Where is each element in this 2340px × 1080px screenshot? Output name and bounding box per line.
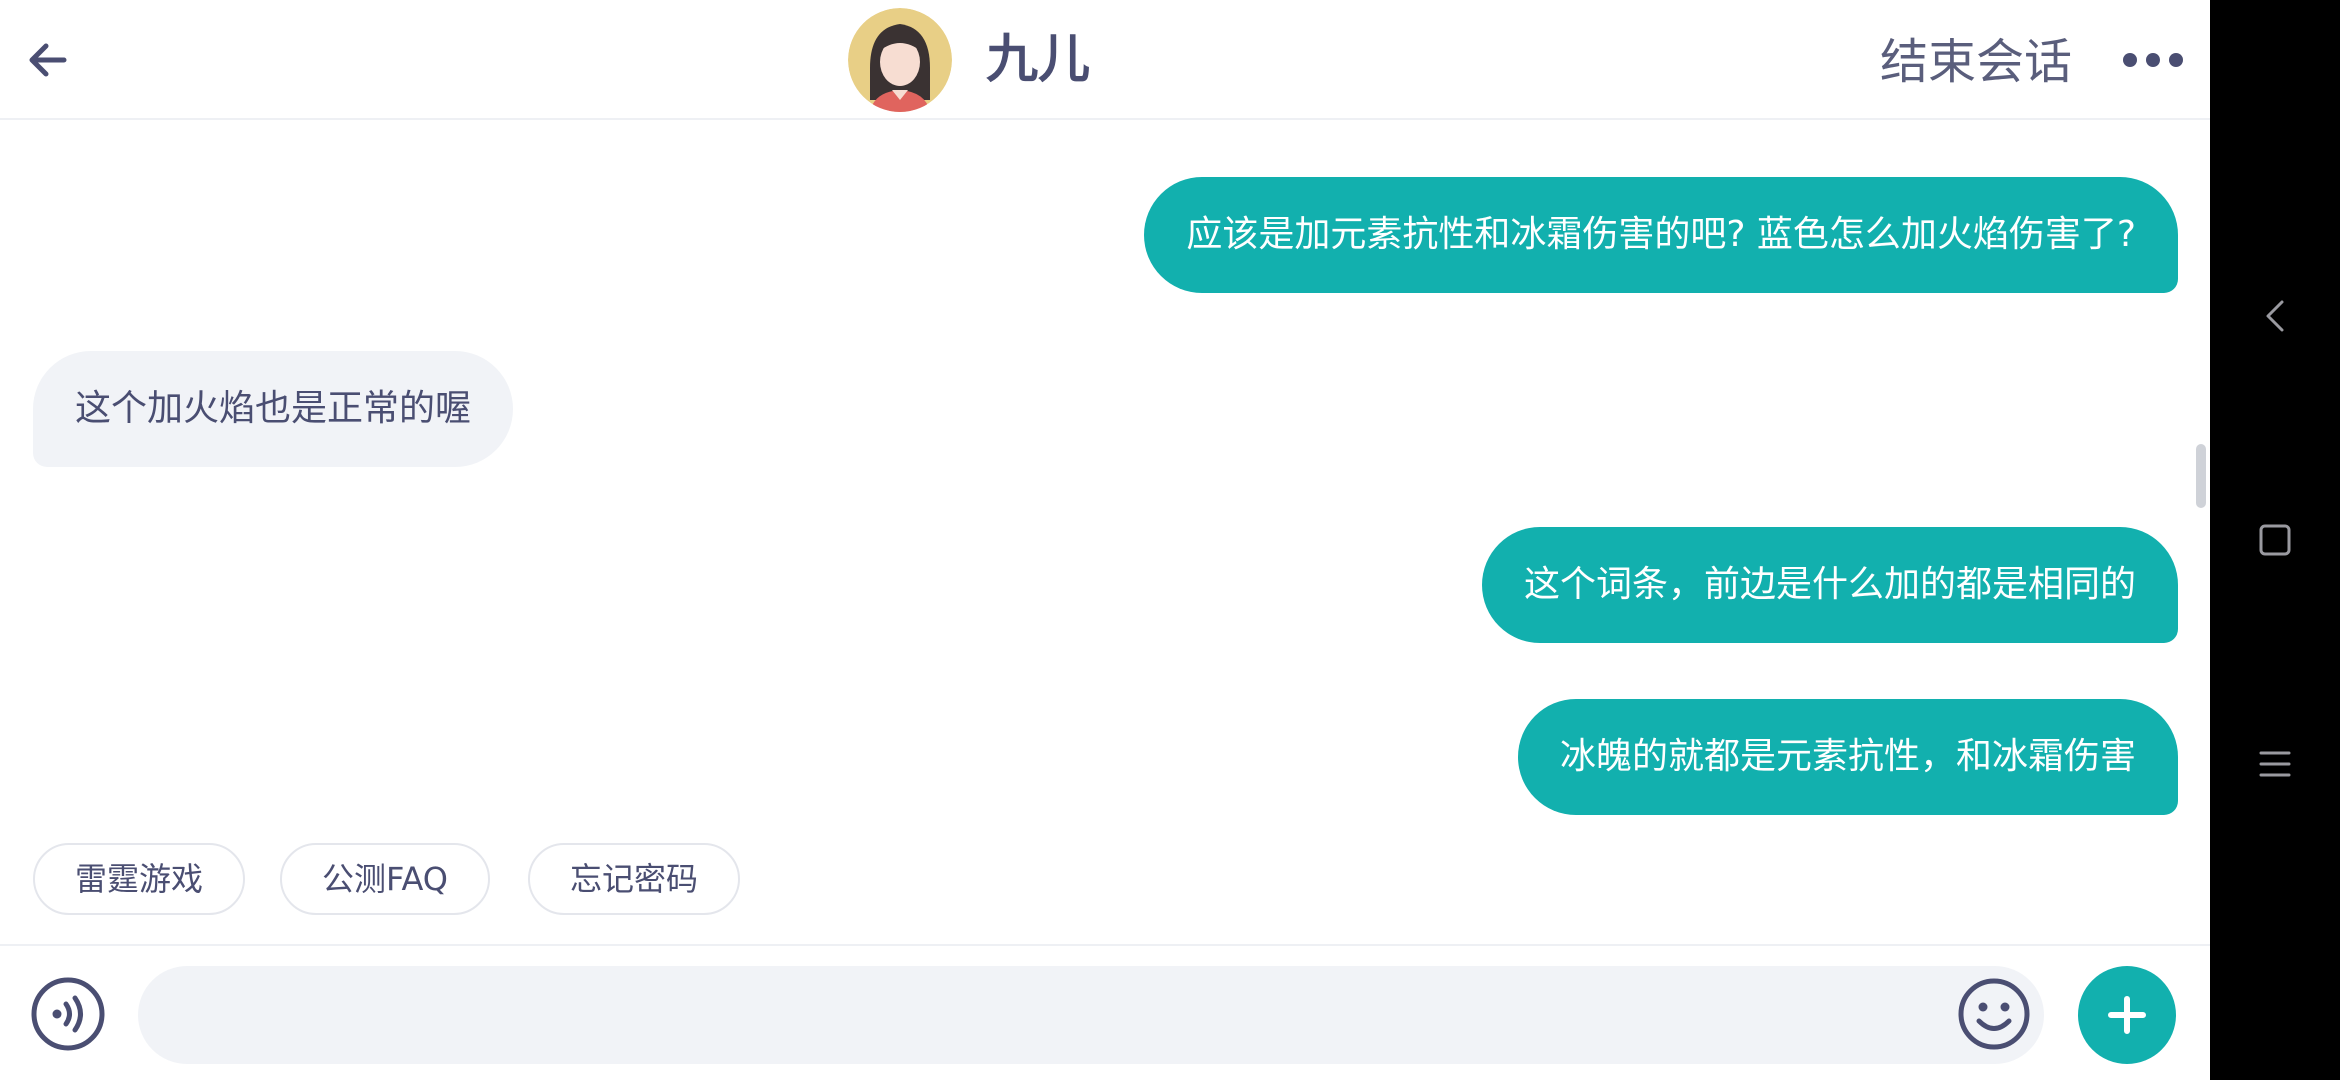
arrow-left-icon — [29, 43, 67, 77]
square-icon — [2259, 524, 2291, 556]
voice-icon — [31, 977, 105, 1051]
message-bubble-outgoing[interactable]: 冰魄的就都是元素抗性，和冰霜伤害 — [1517, 699, 2178, 815]
message-bubble-incoming[interactable]: 这个加火焰也是正常的喔 — [33, 351, 514, 467]
system-navigation-bar — [2210, 0, 2340, 1080]
end-session-button[interactable]: 结束会话 — [1880, 26, 2072, 98]
system-menu-button[interactable] — [2210, 724, 2340, 804]
quick-reply-chip[interactable]: 忘记密码 — [528, 843, 741, 915]
emoji-button[interactable] — [1956, 976, 2032, 1052]
quick-reply-chip[interactable]: 公测FAQ — [280, 843, 490, 915]
menu-icon — [2259, 751, 2291, 777]
message-bubble-outgoing[interactable]: 这个词条，前边是什么加的都是相同的 — [1481, 527, 2178, 643]
message-bubble-outgoing[interactable]: 应该是加元素抗性和冰霜伤害的吧? 蓝色怎么加火焰伤害了? — [1144, 177, 2178, 293]
system-back-button[interactable] — [2210, 276, 2340, 356]
emoji-icon — [1958, 978, 2030, 1050]
plus-icon — [2108, 996, 2146, 1034]
message-input[interactable] — [138, 966, 2044, 1064]
avatar[interactable] — [848, 8, 952, 112]
add-button[interactable] — [2078, 966, 2176, 1064]
back-button[interactable] — [18, 30, 78, 90]
quick-reply-chip[interactable]: 雷霆游戏 — [33, 843, 246, 915]
chat-header: 九儿 结束会话 — [0, 0, 2210, 120]
chat-app: 九儿 结束会话 应该是加元素抗性和冰霜伤害的吧? 蓝色怎么加火焰伤害了? 这个加… — [0, 0, 2210, 1080]
more-button[interactable] — [2118, 38, 2188, 82]
scrollbar[interactable] — [2196, 444, 2206, 508]
system-home-button[interactable] — [2210, 500, 2340, 580]
more-dots-icon — [2123, 53, 2183, 67]
screen: 九儿 结束会话 应该是加元素抗性和冰霜伤害的吧? 蓝色怎么加火焰伤害了? 这个加… — [0, 0, 2340, 1080]
avatar-image — [848, 8, 952, 112]
chevron-left-icon — [2266, 300, 2284, 332]
input-bar — [0, 944, 2210, 1080]
chat-title: 九儿 — [986, 30, 1091, 90]
voice-button[interactable] — [30, 976, 106, 1052]
